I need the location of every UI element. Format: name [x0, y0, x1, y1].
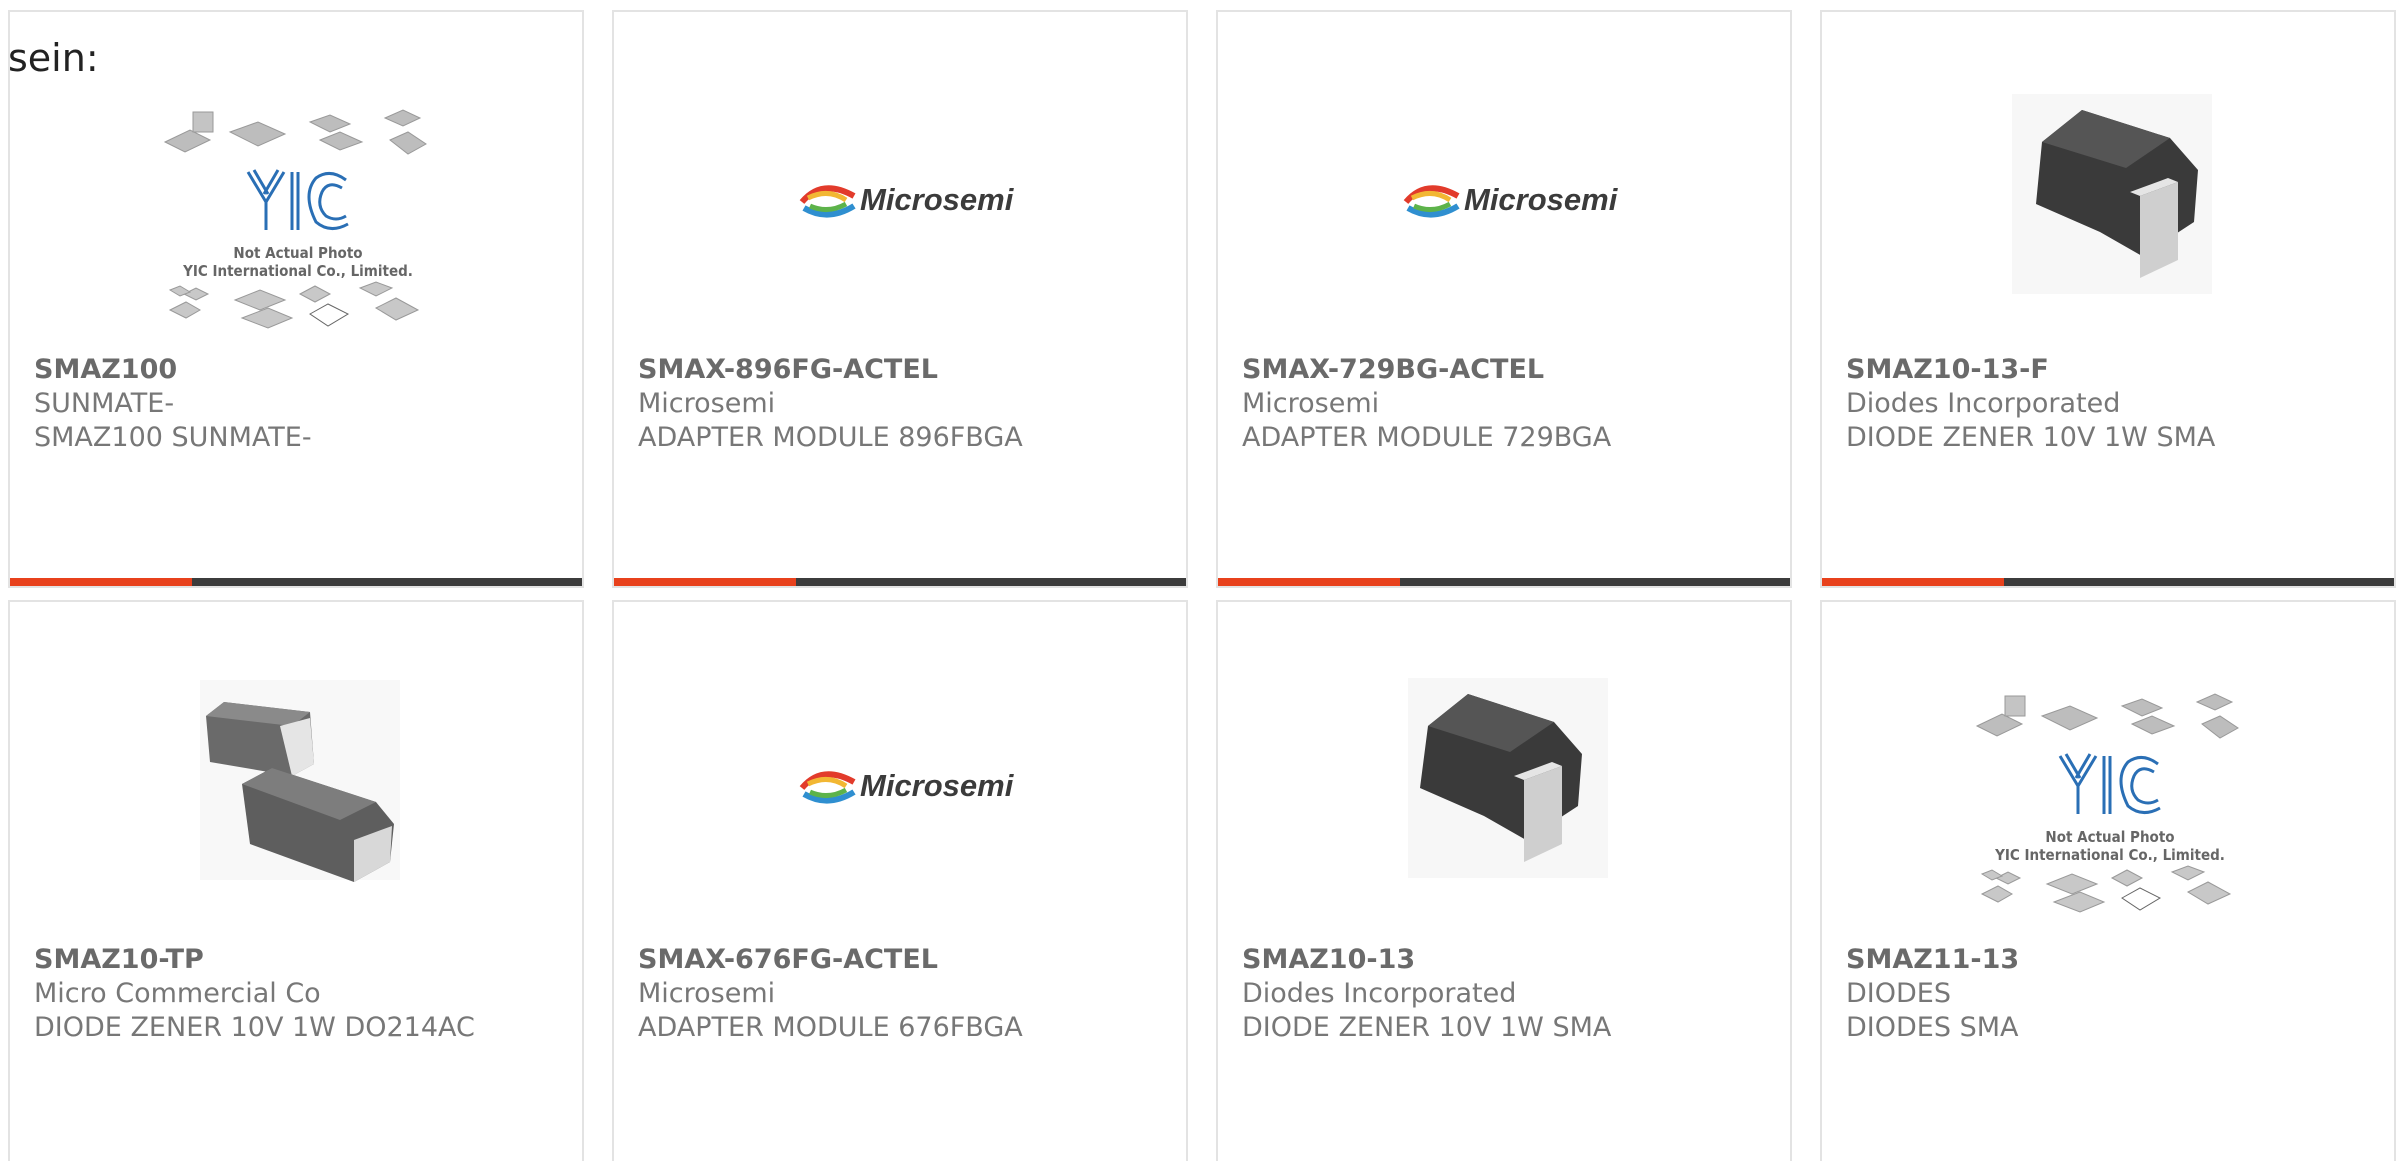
sma-diode-package-icon: [2012, 94, 2212, 294]
placeholder-photo-icon: Not Actual Photo YIC International Co., …: [1975, 693, 2239, 913]
product-grid: Not Actual Photo YIC International Co., …: [0, 0, 2400, 1161]
card-bar: [1822, 578, 2394, 586]
product-image[interactable]: Microsemi: [614, 672, 1186, 932]
card-bar-accent: [1218, 578, 1400, 586]
manufacturer: Diodes Incorporated: [1242, 978, 1517, 1009]
description: ADAPTER MODULE 676FBGA: [638, 1012, 1023, 1043]
microsemi-logo: Microsemi: [799, 182, 1015, 218]
manufacturer: Microsemi: [638, 388, 776, 419]
placeholder-caption-1: Not Actual Photo: [233, 244, 362, 262]
placeholder-photo-icon: Not Actual Photo YIC International Co., …: [163, 109, 427, 329]
description: DIODE ZENER 10V 1W SMA: [1846, 422, 2216, 453]
sma-diode-package-icon: [1408, 678, 1608, 878]
manufacturer: Microsemi: [1242, 388, 1380, 419]
part-number[interactable]: SMAZ11-13: [1846, 944, 2019, 975]
microsemi-logo-text: Microsemi: [860, 182, 1015, 217]
placeholder-caption-1: Not Actual Photo: [2045, 828, 2174, 846]
do214ac-diode-pair-icon: [200, 680, 400, 882]
product-image[interactable]: [1822, 82, 2394, 342]
product-image[interactable]: Not Actual Photo YIC International Co., …: [10, 82, 582, 342]
product-image[interactable]: [10, 672, 582, 932]
microsemi-logo-text: Microsemi: [1464, 182, 1619, 217]
card-bar-accent: [10, 578, 192, 586]
product-card[interactable]: Not Actual Photo YIC International Co., …: [8, 10, 584, 588]
part-number[interactable]: SMAZ100: [34, 354, 177, 385]
card-bar-accent: [1822, 578, 2004, 586]
card-bar: [10, 578, 582, 586]
manufacturer: DIODES: [1846, 978, 1951, 1009]
product-card[interactable]: SMAZ10-13 Diodes Incorporated DIODE ZENE…: [1216, 600, 1792, 1161]
manufacturer: Microsemi: [638, 978, 776, 1009]
description: ADAPTER MODULE 729BGA: [1242, 422, 1612, 453]
microsemi-logo-text: Microsemi: [860, 768, 1015, 803]
product-card[interactable]: SMAZ10-TP Micro Commercial Co DIODE ZENE…: [8, 600, 584, 1161]
part-number[interactable]: SMAZ10-TP: [34, 944, 204, 975]
manufacturer: Diodes Incorporated: [1846, 388, 2121, 419]
card-bar: [1218, 578, 1790, 586]
manufacturer: Micro Commercial Co: [34, 978, 321, 1009]
description: SMAZ100 SUNMATE-: [34, 422, 312, 453]
placeholder-caption-2: YIC International Co., Limited.: [1994, 846, 2225, 864]
product-image[interactable]: [1218, 672, 1790, 932]
product-card[interactable]: Microsemi SMAX-676FG-ACTEL Microsemi ADA…: [612, 600, 1188, 1161]
manufacturer: SUNMATE-: [34, 388, 175, 419]
card-bar-accent: [614, 578, 796, 586]
part-number[interactable]: SMAX-729BG-ACTEL: [1242, 354, 1544, 385]
microsemi-logo: Microsemi: [799, 768, 1015, 804]
part-number[interactable]: SMAZ10-13: [1242, 944, 1415, 975]
part-number[interactable]: SMAX-676FG-ACTEL: [638, 944, 938, 975]
part-number[interactable]: SMAZ10-13-F: [1846, 354, 2049, 385]
description: DIODE ZENER 10V 1W DO214AC: [34, 1012, 475, 1043]
description: DIODE ZENER 10V 1W SMA: [1242, 1012, 1612, 1043]
truncated-heading-text: sein:: [8, 36, 99, 80]
product-image[interactable]: Microsemi: [1218, 82, 1790, 342]
card-bar: [614, 578, 1186, 586]
description: ADAPTER MODULE 896FBGA: [638, 422, 1023, 453]
product-card[interactable]: SMAZ10-13-F Diodes Incorporated DIODE ZE…: [1820, 10, 2396, 588]
product-image[interactable]: Not Actual Photo YIC International Co., …: [1822, 672, 2394, 932]
part-number[interactable]: SMAX-896FG-ACTEL: [638, 354, 938, 385]
product-image[interactable]: Microsemi: [614, 82, 1186, 342]
placeholder-caption-2: YIC International Co., Limited.: [182, 262, 413, 280]
product-card[interactable]: Microsemi SMAX-729BG-ACTEL Microsemi ADA…: [1216, 10, 1792, 588]
product-card[interactable]: Not Actual Photo YIC International Co., …: [1820, 600, 2396, 1161]
microsemi-logo: Microsemi: [1403, 182, 1619, 218]
product-card[interactable]: Microsemi SMAX-896FG-ACTEL Microsemi ADA…: [612, 10, 1188, 588]
description: DIODES SMA: [1846, 1012, 2019, 1043]
